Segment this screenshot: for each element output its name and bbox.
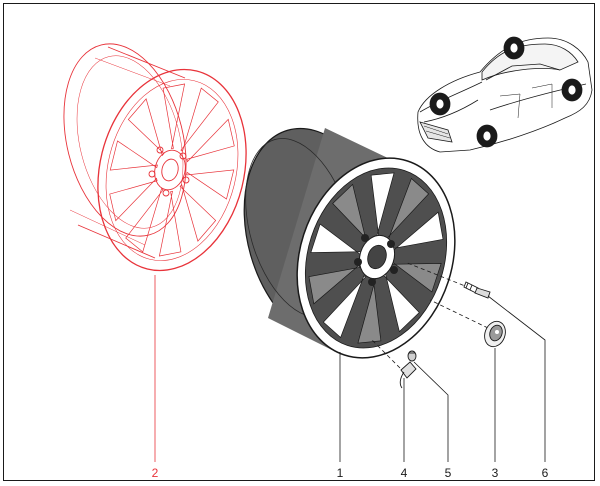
wheel-spoke	[158, 190, 182, 257]
centre-cap	[484, 320, 506, 348]
wheel-spoke	[125, 187, 164, 253]
diagram-canvas	[63, 36, 593, 462]
wheel-spoke	[179, 183, 217, 242]
parts-diagram: 2 1 4 5 3 6	[0, 0, 600, 486]
car-locator-icon	[417, 36, 593, 153]
callout-label-4: 4	[400, 466, 408, 480]
callout-label-3: 3	[491, 466, 499, 480]
wheel-bolt	[463, 281, 491, 299]
wheel-spoke	[162, 83, 186, 150]
wheel-spoke	[109, 140, 158, 171]
callout-label-6: 6	[541, 466, 549, 480]
valve-cap	[407, 350, 417, 362]
callout-label-1: 1	[336, 466, 344, 480]
wheel-spoke	[180, 87, 219, 153]
callout-label-2: 2	[151, 466, 159, 480]
wheel-spoke	[186, 169, 235, 200]
callout-leader-5	[413, 361, 449, 462]
wheel-spoke	[109, 177, 158, 222]
alternate-wheel-rim	[63, 43, 247, 272]
tire-valve	[399, 361, 417, 389]
wheel-spoke	[186, 118, 235, 163]
callout-label-5: 5	[444, 466, 452, 480]
